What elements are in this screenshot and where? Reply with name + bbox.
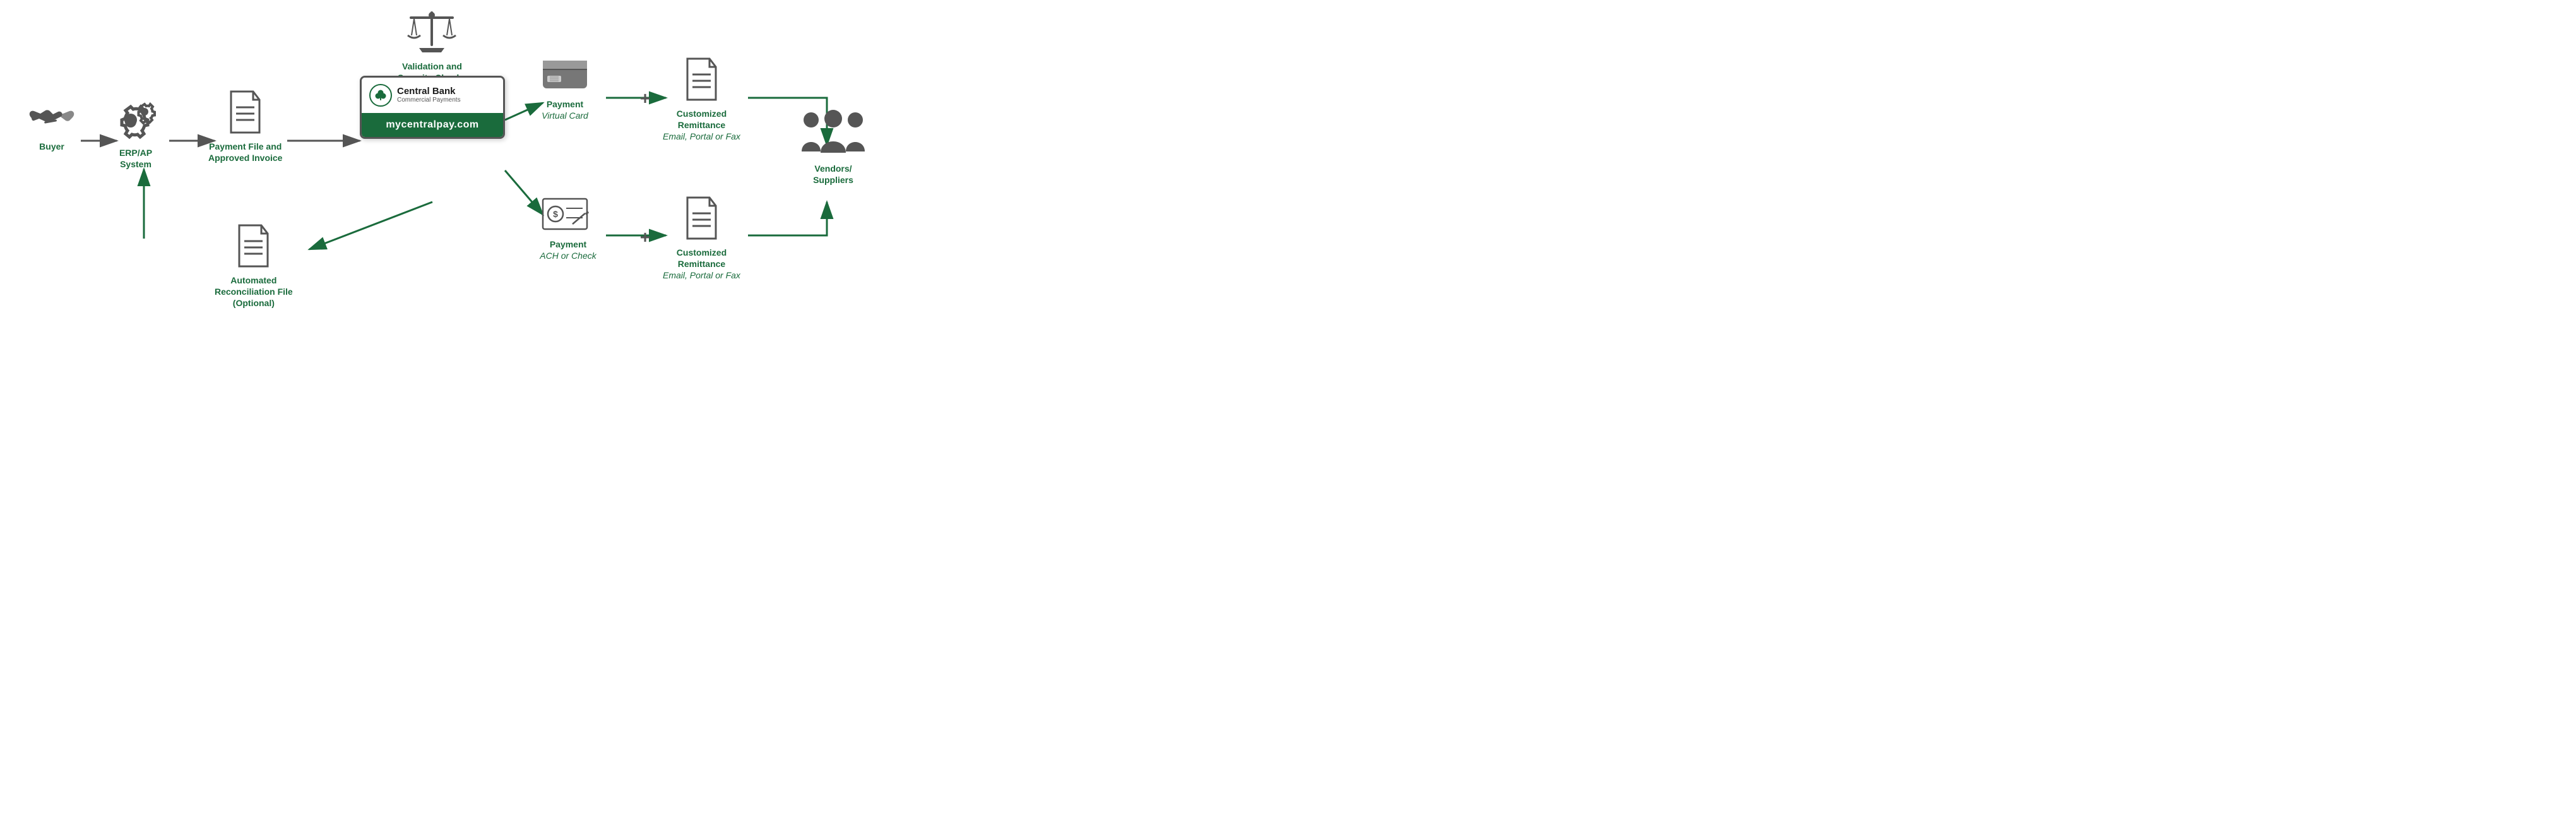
erp-label: ERP/APSystem bbox=[119, 147, 152, 170]
remittance1-document-icon bbox=[681, 56, 722, 103]
vendors-label: Vendors/Suppliers bbox=[813, 163, 853, 186]
validation-node: Validation andSecurity Checks bbox=[398, 5, 466, 83]
cb-sub-text: Commercial Payments bbox=[397, 97, 461, 104]
cb-bank-name: Central Bank bbox=[397, 86, 461, 97]
check-icon: $ bbox=[540, 196, 597, 234]
payment-ach-label: PaymentACH or Check bbox=[540, 239, 596, 261]
payment-ach-node: $ PaymentACH or Check bbox=[540, 196, 597, 261]
cb-card-footer: mycentralpay.com bbox=[362, 113, 503, 137]
remittance2-node: CustomizedRemittanceEmail, Portal or Fax bbox=[663, 194, 740, 282]
buyer-node: Buyer bbox=[27, 98, 77, 152]
people-icon bbox=[798, 107, 868, 158]
payment-file-node: Payment File andApproved Invoice bbox=[208, 88, 282, 163]
vendors-node: Vendors/Suppliers bbox=[798, 107, 868, 186]
central-bank-card: Central Bank Commercial Payments mycentr… bbox=[360, 76, 505, 139]
svg-text:+: + bbox=[640, 227, 650, 247]
cb-logo bbox=[369, 84, 392, 107]
remittance1-label: CustomizedRemittanceEmail, Portal or Fax bbox=[663, 108, 740, 143]
erp-node: ERP/APSystem bbox=[110, 98, 161, 170]
svg-text:$: $ bbox=[553, 209, 558, 219]
scales-icon bbox=[400, 5, 463, 56]
remittance2-document-icon bbox=[681, 194, 722, 242]
cb-card-header: Central Bank Commercial Payments bbox=[362, 78, 503, 113]
cb-text: Central Bank Commercial Payments bbox=[397, 86, 461, 105]
gear-icon bbox=[110, 98, 161, 142]
reconciliation-document-icon bbox=[233, 222, 274, 270]
virtual-card-icon bbox=[540, 56, 590, 93]
payment-virtual-card-node: PaymentVirtual Card bbox=[540, 56, 590, 121]
svg-text:+: + bbox=[640, 88, 650, 108]
buyer-label: Buyer bbox=[39, 141, 64, 152]
reconciliation-node: AutomatedReconciliation File(Optional) bbox=[215, 222, 293, 309]
payment-flow-diagram: + + Buyer bbox=[0, 0, 972, 313]
document-icon bbox=[225, 88, 266, 136]
remittance1-node: CustomizedRemittanceEmail, Portal or Fax bbox=[663, 56, 740, 143]
payment-vc-label: PaymentVirtual Card bbox=[542, 98, 588, 121]
payment-file-label: Payment File andApproved Invoice bbox=[208, 141, 282, 163]
reconciliation-label: AutomatedReconciliation File(Optional) bbox=[215, 275, 293, 309]
cb-url-text: mycentralpay.com bbox=[386, 119, 478, 130]
handshake-icon bbox=[27, 98, 77, 136]
remittance2-label: CustomizedRemittanceEmail, Portal or Fax bbox=[663, 247, 740, 282]
